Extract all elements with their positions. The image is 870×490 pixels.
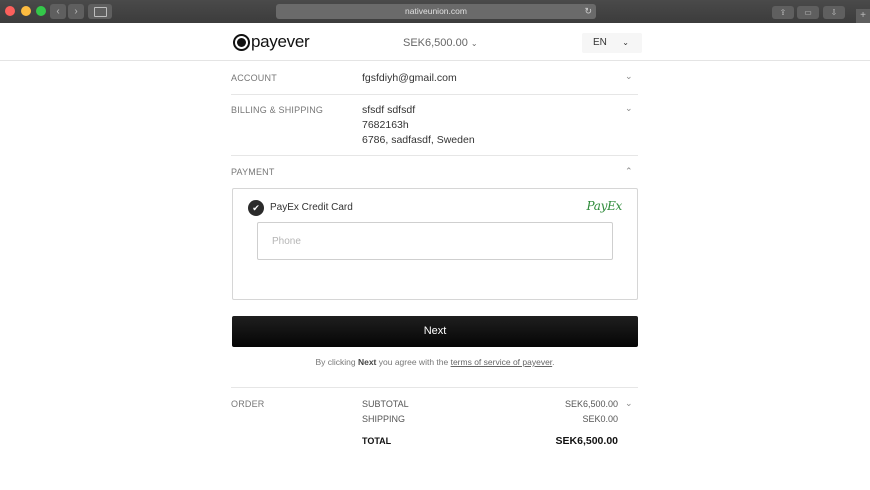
terms-prefix: By clicking [315, 357, 358, 367]
close-window-button[interactable] [5, 6, 15, 16]
order-label: ORDER [231, 399, 265, 409]
subtotal-label: SUBTOTAL [362, 399, 409, 409]
terms-middle: you agree with the [376, 357, 451, 367]
billing-expand-chevron-icon[interactable]: ⌄ [625, 103, 635, 113]
address-bar[interactable]: nativeunion.com ↻ [276, 4, 596, 19]
payment-method-name: PayEx Credit Card [270, 202, 353, 213]
total-label: TOTAL [362, 436, 392, 446]
language-value: EN [593, 37, 607, 48]
divider [231, 155, 638, 156]
minimize-window-button[interactable] [21, 6, 31, 16]
language-select[interactable]: EN ⌄ [582, 33, 642, 53]
terms-suffix: . [552, 357, 555, 367]
billing-phone: 7682163h [362, 119, 409, 131]
new-tab-icon[interactable]: + [856, 9, 870, 23]
checkout-header: payever SEK6,500.00 ⌄ EN ⌄ [0, 23, 870, 61]
subtotal-value: SEK6,500.00 [564, 399, 618, 409]
terms-of-service-link[interactable]: terms of service of payever [451, 357, 553, 367]
url-text: nativeunion.com [405, 6, 467, 16]
share-icon[interactable]: ⇪ [772, 6, 794, 19]
account-expand-chevron-icon[interactable]: ⌄ [625, 71, 635, 81]
billing-label: BILLING & SHIPPING [231, 105, 324, 115]
shipping-value: SEK0.00 [582, 414, 618, 424]
terms-notice: By clicking Next you agree with the term… [232, 357, 638, 367]
terms-next-bold: Next [357, 357, 377, 367]
download-icon[interactable]: ⇩ [823, 6, 845, 19]
account-email: fgsfdiyh@gmail.com [362, 72, 457, 84]
divider [231, 94, 638, 95]
back-icon[interactable]: ‹ [50, 4, 66, 19]
header-price: SEK6,500.00 [403, 37, 468, 49]
payment-label: PAYMENT [231, 167, 275, 177]
chevron-down-icon: ⌄ [622, 38, 629, 47]
sidebar-icon[interactable] [88, 4, 112, 19]
zoom-window-button[interactable] [36, 6, 46, 16]
account-label: ACCOUNT [231, 73, 277, 83]
chevron-down-icon: ⌄ [470, 39, 478, 48]
logo-text: payever [251, 32, 310, 51]
browser-toolbar: ‹ › nativeunion.com ↻ ⇪ ▭ ⇩ + [0, 0, 870, 23]
tabs-icon[interactable]: ▭ [797, 6, 819, 19]
payex-logo: PayEx [586, 199, 623, 213]
billing-name: sfsdf sdfsdf [362, 104, 416, 116]
logo-mark-icon [233, 33, 250, 51]
total-value: SEK6,500.00 [555, 435, 618, 447]
reload-icon[interactable]: ↻ [584, 4, 592, 19]
next-button[interactable]: Next [232, 316, 638, 347]
payment-method-card[interactable]: ✔ PayEx Credit Card PayEx [232, 188, 638, 300]
payever-logo: payever [233, 32, 310, 51]
header-price-toggle[interactable]: SEK6,500.00 ⌄ [403, 37, 478, 49]
billing-address: 6786, sadfasdf, Sweden [362, 134, 475, 146]
phone-input[interactable] [257, 222, 613, 260]
forward-icon[interactable]: › [68, 4, 84, 19]
payment-collapse-chevron-icon[interactable]: ⌃ [625, 166, 635, 176]
divider [231, 387, 638, 388]
checkmark-icon[interactable]: ✔ [248, 200, 264, 216]
order-expand-chevron-icon[interactable]: ⌄ [625, 398, 635, 408]
shipping-label: SHIPPING [362, 414, 406, 424]
